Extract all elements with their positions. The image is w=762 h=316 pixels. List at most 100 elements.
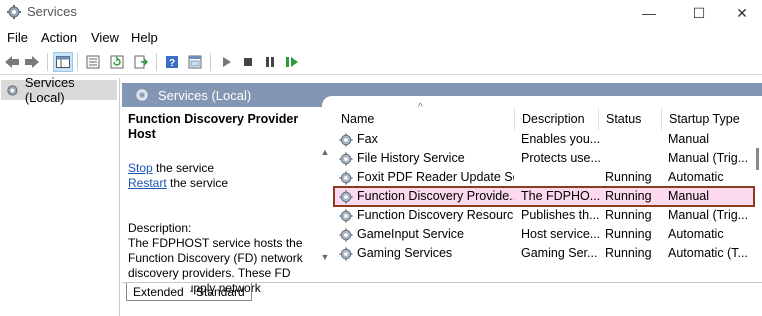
details-scrollbar[interactable]: ▲ ▼ xyxy=(318,138,332,268)
toolbar-separator xyxy=(77,53,78,71)
column-header-startup-type[interactable]: Startup Type xyxy=(661,108,754,130)
service-startup-type: Manual (Trig... xyxy=(668,208,749,222)
mmc-console-icon xyxy=(188,55,202,69)
resume-service-button[interactable] xyxy=(282,52,302,72)
minimize-button[interactable]: — xyxy=(626,0,672,26)
refresh-icon xyxy=(110,55,124,69)
service-status: Running xyxy=(605,208,652,222)
table-row[interactable]: File History Service Protects use... Manua… xyxy=(334,149,754,168)
service-description xyxy=(521,168,601,187)
start-service-icon xyxy=(223,57,231,67)
toolbar: ? xyxy=(0,49,762,75)
properties-button[interactable] xyxy=(83,52,103,72)
tree-item-services-local[interactable]: Services (Local) xyxy=(1,75,117,105)
services-list: Name ^ Description Status Startup Type Fa… xyxy=(333,102,755,268)
menu-action[interactable]: Action xyxy=(41,30,77,45)
table-row[interactable]: Gaming Services Gaming Ser... Running Autom… xyxy=(334,244,754,263)
menu-bar: File Action View Help xyxy=(0,27,762,47)
menu-help[interactable]: Help xyxy=(131,30,158,45)
sort-caret-icon: ^ xyxy=(418,102,423,113)
back-button[interactable] xyxy=(2,52,22,72)
service-name-cell: Fax xyxy=(339,130,514,149)
stop-service-icon xyxy=(244,58,252,66)
table-row[interactable]: Fax Enables you... Manual xyxy=(334,130,754,149)
service-status xyxy=(605,149,665,168)
service-description: Host service... xyxy=(521,227,601,241)
close-button[interactable]: ✕ xyxy=(722,0,762,26)
column-label: Startup Type xyxy=(669,112,740,126)
menu-view[interactable]: View xyxy=(91,30,119,45)
service-description: Gaming Ser... xyxy=(521,246,598,260)
stop-link-suffix: the service xyxy=(152,161,215,175)
refresh-button[interactable] xyxy=(107,52,127,72)
scroll-up-arrow[interactable]: ▲ xyxy=(320,148,330,157)
column-header-description[interactable]: Description xyxy=(514,108,598,130)
table-row[interactable]: GameInput Service Host service... Running A… xyxy=(334,225,754,244)
view-tabs: Extended Standard xyxy=(122,282,762,302)
service-status xyxy=(605,130,665,149)
tab-extended[interactable]: Extended xyxy=(126,283,190,301)
pause-service-button[interactable] xyxy=(260,52,280,72)
service-name-cell: Function Discovery Resourc... xyxy=(339,206,514,225)
service-startup-type: Manual xyxy=(668,132,709,146)
console-tree: Services (Local) xyxy=(0,75,120,316)
service-description: The FDPHO... xyxy=(521,189,601,203)
help-button[interactable]: ? xyxy=(162,52,182,72)
window-title: Services xyxy=(27,4,77,19)
restart-service-link[interactable]: Restart xyxy=(128,176,167,190)
column-label: Description xyxy=(522,112,585,126)
service-status: Running xyxy=(605,246,652,260)
scroll-down-arrow[interactable]: ▼ xyxy=(320,253,330,262)
service-name-cell: Function Discovery Provide... xyxy=(339,187,514,206)
service-status: Running xyxy=(605,227,652,241)
service-description: Enables you... xyxy=(521,132,601,146)
service-gear-icon xyxy=(339,246,353,261)
services-gear-icon xyxy=(7,5,21,19)
services-gear-icon xyxy=(7,84,18,96)
show-hide-tree-button[interactable] xyxy=(53,52,73,72)
column-label: Status xyxy=(606,112,642,126)
main-pane: Services (Local) Function Discovery Prov… xyxy=(122,78,762,316)
pause-service-icon xyxy=(266,57,274,67)
service-name: File History Service xyxy=(357,151,465,165)
column-header-status[interactable]: Status xyxy=(598,108,661,130)
close-icon: ✕ xyxy=(736,4,748,21)
service-gear-icon xyxy=(339,170,353,185)
scroll-thumb[interactable] xyxy=(756,148,759,170)
show-hide-tree-icon xyxy=(56,56,70,68)
maximize-button[interactable]: ☐ xyxy=(676,0,722,26)
help-icon: ? xyxy=(166,56,178,69)
stop-service-button[interactable] xyxy=(238,52,258,72)
service-startup-type: Manual (Trig... xyxy=(668,151,749,165)
column-header-name[interactable]: Name ^ xyxy=(334,102,513,130)
service-status: Running xyxy=(605,170,652,184)
description-label: Description: xyxy=(128,221,192,235)
start-service-button[interactable] xyxy=(216,52,236,72)
selected-service-title: Function Discovery Provider Host xyxy=(128,112,299,141)
table-row[interactable]: Function Discovery Resourc... Publishes t… xyxy=(334,206,754,225)
service-description: Publishes th... xyxy=(521,208,600,222)
forward-button[interactable] xyxy=(22,52,42,72)
services-gear-icon xyxy=(136,89,148,101)
service-name-cell: Gaming Services xyxy=(339,244,514,263)
service-startup-type: Automatic xyxy=(668,227,724,241)
forward-icon xyxy=(25,56,39,68)
table-row[interactable]: Foxit PDF Reader Update Se... Running Auto… xyxy=(334,168,754,187)
toolbar-separator xyxy=(47,53,48,71)
list-scrollbar[interactable] xyxy=(754,130,762,270)
minimize-icon: — xyxy=(642,5,656,21)
pane-header: Services (Local) xyxy=(122,83,762,107)
service-startup-type: Automatic (T... xyxy=(668,246,748,260)
menu-file[interactable]: File xyxy=(7,30,28,45)
export-list-button[interactable] xyxy=(131,52,151,72)
mmc-console-button[interactable] xyxy=(185,52,205,72)
restart-link-suffix: the service xyxy=(166,176,229,190)
service-status: Running xyxy=(605,189,652,203)
service-name: Function Discovery Provide... xyxy=(357,189,514,203)
maximize-icon: ☐ xyxy=(692,4,706,21)
tab-standard[interactable]: Standard xyxy=(190,283,252,301)
table-row[interactable]: Function Discovery Provide... The FDPHO..… xyxy=(333,186,755,207)
title-bar: Services — ☐ ✕ xyxy=(0,0,762,26)
service-startup-type: Manual xyxy=(668,189,709,203)
stop-service-link[interactable]: Stop xyxy=(128,161,153,175)
